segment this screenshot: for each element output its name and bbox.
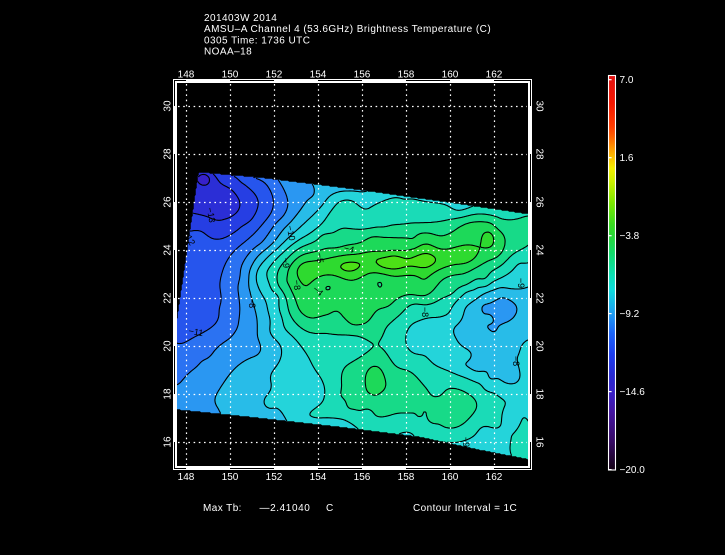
svg-text:Max Tb:: Max Tb: (203, 503, 242, 514)
svg-text:−14.6: −14.6 (620, 387, 646, 398)
svg-text:150: 150 (222, 70, 239, 81)
svg-text:22: 22 (163, 292, 174, 304)
svg-text:26: 26 (534, 196, 545, 208)
svg-text:AMSU–A Channel 4 (53.6GHz) Bri: AMSU–A Channel 4 (53.6GHz) Brightness Te… (204, 24, 491, 35)
svg-text:158: 158 (398, 70, 415, 81)
svg-text:−8: −8 (420, 307, 430, 317)
svg-text:30: 30 (534, 100, 545, 112)
svg-text:150: 150 (222, 472, 239, 483)
svg-text:152: 152 (266, 70, 283, 81)
svg-text:−3.8: −3.8 (620, 231, 640, 242)
svg-text:160: 160 (442, 472, 459, 483)
svg-text:154: 154 (310, 70, 327, 81)
svg-text:28: 28 (163, 148, 174, 160)
svg-text:156: 156 (354, 70, 371, 81)
svg-text:−8: −8 (511, 356, 521, 366)
svg-text:0305 Time: 1736 UTC: 0305 Time: 1736 UTC (204, 35, 310, 46)
svg-text:−5: −5 (315, 252, 326, 263)
svg-text:—2.41040: —2.41040 (260, 503, 311, 514)
svg-text:154: 154 (310, 472, 327, 483)
svg-text:20: 20 (163, 340, 174, 352)
svg-text:162: 162 (486, 472, 503, 483)
svg-text:C: C (326, 503, 334, 514)
svg-text:−9: −9 (516, 278, 526, 288)
svg-text:−9: −9 (281, 257, 292, 268)
svg-text:28: 28 (534, 148, 545, 160)
svg-text:−20.0: −20.0 (620, 465, 646, 476)
svg-text:20: 20 (534, 340, 545, 352)
svg-text:16: 16 (163, 436, 174, 448)
svg-text:160: 160 (442, 70, 459, 81)
svg-text:201403W 2014: 201403W 2014 (204, 13, 277, 24)
svg-text:18: 18 (534, 388, 545, 400)
svg-text:26: 26 (163, 196, 174, 208)
svg-text:16: 16 (534, 436, 545, 448)
svg-text:148: 148 (178, 472, 195, 483)
svg-text:−9.2: −9.2 (620, 309, 640, 320)
svg-text:158: 158 (398, 472, 415, 483)
svg-text:22: 22 (534, 292, 545, 304)
svg-text:24: 24 (534, 244, 545, 256)
svg-text:148: 148 (178, 70, 195, 81)
svg-text:30: 30 (163, 100, 174, 112)
svg-text:−8: −8 (247, 298, 257, 308)
svg-text:−8: −8 (292, 279, 303, 290)
svg-text:162: 162 (486, 70, 503, 81)
svg-text:7.0: 7.0 (620, 75, 634, 86)
svg-text:18: 18 (163, 388, 174, 400)
svg-text:NOAA–18: NOAA–18 (204, 47, 252, 58)
svg-text:24: 24 (163, 244, 174, 256)
svg-text:Contour Interval = 1C: Contour Interval = 1C (413, 503, 517, 514)
svg-text:152: 152 (266, 472, 283, 483)
svg-text:156: 156 (354, 472, 371, 483)
svg-text:1.6: 1.6 (620, 153, 634, 164)
